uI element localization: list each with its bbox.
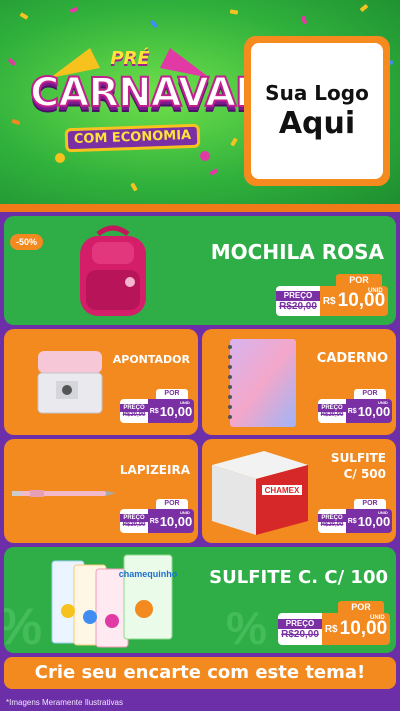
mechanical-pencil-image: [12, 490, 116, 497]
box-brand-text: CHAMEX: [265, 486, 300, 495]
old-price: PREÇO R$20,00: [318, 399, 346, 423]
percent-decoration: %: [4, 597, 42, 653]
confetti: [19, 12, 29, 20]
product-card-apontador[interactable]: APONTADOR POR PREÇO R$20,00 R$ 10,00 UNI…: [4, 329, 198, 435]
old-price: PREÇO R$20,00: [120, 399, 148, 423]
new-price-value: 10,00: [339, 618, 388, 639]
new-price-value: 10,00: [159, 403, 193, 419]
product-title: APONTADOR: [112, 353, 190, 366]
old-price-value: R$20,00: [122, 522, 146, 528]
confetti: [11, 118, 21, 126]
sharpener-image: [37, 351, 103, 414]
product-title: SULFITE C. C/ 100: [209, 567, 388, 588]
cta-banner[interactable]: Crie seu encarte com este tema!: [4, 657, 396, 689]
old-price: PREÇO R$20,00: [120, 509, 148, 533]
old-price-value: R$20,00: [281, 628, 319, 640]
preco-label: PREÇO: [318, 404, 346, 412]
por-label: POR: [354, 389, 386, 399]
logo-placeholder-inner: Sua Logo Aqui: [251, 43, 383, 179]
product-card-sulfite-500[interactable]: CHAMEX SULFITE C/ 500 POR PREÇO R$20,00 …: [202, 439, 396, 543]
preco-label: PREÇO: [278, 618, 322, 629]
unit-label: UNID: [378, 510, 388, 515]
pre-carnaval-badge: PRÉ CARNAVAL COM ECONOMIA: [29, 38, 262, 198]
por-label: POR: [354, 499, 386, 509]
percent-decoration: %: [226, 602, 267, 653]
badge-carnaval-text: CARNAVAL: [29, 69, 262, 117]
pack-brand-text: chamequinho: [119, 569, 178, 579]
product-title: MOCHILA ROSA: [210, 240, 384, 264]
product-card-mochila[interactable]: -50% MOCHILA ROSA POR PREÇO R$20,00 R$ 1…: [4, 216, 396, 325]
old-price: PREÇO R$20,00: [276, 286, 320, 316]
price-tag: POR PREÇO R$20,00 R$ 10,00 UNID: [318, 389, 392, 425]
product-card-sulfite-cc[interactable]: % % chamequinho SULFITE C. C/ 100 POR PR…: [4, 547, 396, 653]
badge-pre-text: PRÉ: [110, 48, 150, 69]
badge-com-economia-text: COM ECONOMIA: [64, 123, 201, 153]
old-price-value: R$20,00: [320, 412, 344, 418]
product-card-lapizeira[interactable]: LAPIZEIRA POR PREÇO R$20,00 R$ 10,00 UNI…: [4, 439, 198, 543]
product-title-line2: C/ 500: [343, 467, 386, 481]
price-tag: POR PREÇO R$20,00 R$ 10,00 UNID: [276, 274, 388, 318]
logo-line1: Sua Logo: [265, 81, 369, 105]
unit-label: UNID: [370, 615, 385, 621]
currency: R$: [322, 295, 336, 307]
currency: R$: [324, 623, 338, 635]
preco-label: PREÇO: [120, 404, 148, 412]
preco-label: PREÇO: [276, 290, 320, 301]
colored-paper-packs-image: chamequinho: [51, 554, 178, 648]
unit-label: UNID: [368, 288, 383, 294]
confetti: [359, 3, 369, 13]
confetti: [230, 137, 238, 147]
logo-line2: Aqui: [278, 106, 356, 141]
confetti: [300, 15, 308, 25]
header-divider: [0, 204, 400, 212]
price-tag: POR PREÇO R$20,00 R$ 10,00 UNID: [318, 499, 392, 535]
unit-label: UNID: [378, 400, 388, 405]
por-label: POR: [156, 389, 188, 399]
discount-badge: -50%: [10, 234, 44, 250]
product-title: CADERNO: [316, 351, 388, 366]
new-price-value: 10,00: [357, 513, 391, 529]
product-title: LAPIZEIRA: [119, 463, 190, 477]
confetti: [149, 19, 159, 29]
preco-label: PREÇO: [318, 514, 346, 522]
new-price-value: 10,00: [159, 513, 193, 529]
product-card-caderno[interactable]: CADERNO POR PREÇO R$20,00 R$ 10,00 UNID: [202, 329, 396, 435]
unit-label: UNID: [180, 400, 190, 405]
notebook-image: [228, 339, 296, 427]
por-label: POR: [336, 274, 382, 286]
confetti: [69, 6, 79, 14]
backpack-image: [80, 225, 146, 316]
old-price: PREÇO R$20,00: [278, 613, 322, 645]
paper-box-image: CHAMEX: [212, 451, 308, 535]
header-banner: PRÉ CARNAVAL COM ECONOMIA Sua Logo Aqui: [0, 0, 400, 212]
unit-label: UNID: [180, 510, 190, 515]
currency: R$: [347, 517, 357, 525]
currency: R$: [149, 517, 159, 525]
price-tag: POR PREÇO R$20,00 R$ 10,00 UNID: [120, 499, 194, 535]
confetti: [7, 57, 17, 67]
price-tag: POR PREÇO R$20,00 R$ 10,00 UNID: [278, 601, 390, 647]
price-tag: POR PREÇO R$20,00 R$ 10,00 UNID: [120, 389, 194, 425]
logo-placeholder[interactable]: Sua Logo Aqui: [244, 36, 390, 186]
por-label: POR: [156, 499, 188, 509]
product-title-line1: SULFITE: [330, 451, 386, 465]
preco-label: PREÇO: [120, 514, 148, 522]
disclaimer-text: *Imagens Meramente Ilustrativas: [6, 698, 123, 707]
old-price: PREÇO R$20,00: [318, 509, 346, 533]
old-price-value: R$20,00: [320, 522, 344, 528]
currency: R$: [149, 407, 159, 415]
currency: R$: [347, 407, 357, 415]
new-price-value: 10,00: [357, 403, 391, 419]
old-price-value: R$20,00: [122, 412, 146, 418]
old-price-value: R$20,00: [279, 300, 317, 312]
confetti: [229, 9, 239, 15]
por-label: POR: [338, 601, 384, 613]
